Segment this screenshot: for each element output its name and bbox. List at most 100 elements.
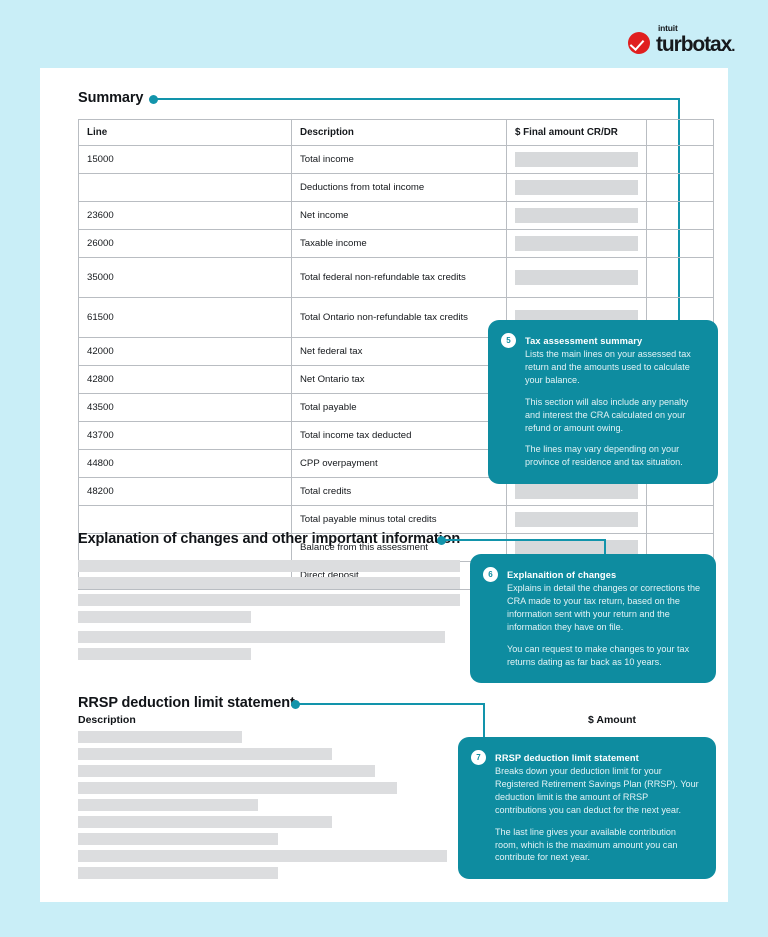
cell-line: 44800 (78, 449, 292, 478)
placeholder-bar (78, 833, 278, 845)
cell-description: Net federal tax (291, 337, 507, 366)
placeholder-bar (78, 560, 460, 572)
cell-amount (506, 257, 647, 298)
cell-description: Net income (291, 201, 507, 230)
cell-line: 35000 (78, 257, 292, 298)
cell-line: 43700 (78, 421, 292, 450)
placeholder-bar (78, 577, 460, 589)
column-header-line: Line (78, 119, 292, 146)
placeholder-bar (78, 850, 447, 862)
callout-paragraph: Breaks down your deduction limit for you… (495, 766, 699, 815)
cell-description: Total Ontario non-refundable tax credits (291, 297, 507, 338)
callout-body: Lists the main lines on your assessed ta… (525, 348, 703, 469)
placeholder-bar (78, 631, 445, 643)
table-row: 15000 Total income (78, 145, 714, 174)
amount-placeholder-bar (515, 208, 638, 223)
cell-description: Total federal non-refundable tax credits (291, 257, 507, 298)
cell-line (78, 505, 292, 534)
callout-body: Explains in detail the changes or correc… (507, 582, 701, 668)
placeholder-bar (78, 611, 251, 623)
placeholder-bar (78, 648, 251, 660)
cell-line: 15000 (78, 145, 292, 174)
cell-description: Net Ontario tax (291, 365, 507, 394)
checkmark-icon (628, 31, 650, 54)
explanation-connector-line-horizontal (445, 539, 606, 541)
cell-line: 61500 (78, 297, 292, 338)
table-row: Deductions from total income (78, 173, 714, 202)
placeholder-bar (78, 782, 397, 794)
turbotax-logo: intuit turbotax. (628, 23, 735, 56)
cell-description: Total payable minus total credits (291, 505, 507, 534)
logo-wordmark: intuit turbotax. (656, 23, 735, 56)
placeholder-bar (78, 748, 332, 760)
cell-extra (646, 229, 714, 258)
cell-description: Total income tax deducted (291, 421, 507, 450)
cell-line: 43500 (78, 393, 292, 422)
cell-description: Taxable income (291, 229, 507, 258)
table-row: 26000 Taxable income (78, 229, 714, 258)
callout-paragraph: Explains in detail the changes or correc… (507, 583, 701, 632)
cell-description: Total payable (291, 393, 507, 422)
callout-paragraph: This section will also include any penal… (525, 396, 689, 433)
cell-amount (506, 201, 647, 230)
cell-extra (646, 201, 714, 230)
callout-paragraph: You can request to make changes to your … (507, 643, 690, 667)
cell-description: Total credits (291, 477, 507, 506)
column-header-description: Description (291, 119, 507, 146)
table-row: 35000 Total federal non-refundable tax cr… (78, 257, 714, 298)
cell-line: 26000 (78, 229, 292, 258)
rrsp-column-label-amount: $ Amount (588, 714, 637, 726)
placeholder-bar (78, 731, 242, 743)
column-header-amount: $ Final amount CR/DR (506, 119, 647, 146)
callout-header: 6 Explanaition of changes (483, 567, 701, 582)
callout-body: Breaks down your deduction limit for you… (495, 765, 701, 864)
cell-amount (506, 229, 647, 258)
cell-line: 42000 (78, 337, 292, 366)
cell-line: 23600 (78, 201, 292, 230)
callout-rrsp-deduction-limit: 7 RRSP deduction limit statement Breaks … (458, 737, 716, 880)
placeholder-bar (78, 799, 258, 811)
amount-placeholder-bar (515, 152, 638, 167)
callout-header: 7 RRSP deduction limit statement (471, 750, 701, 765)
placeholder-bar (78, 765, 375, 777)
placeholder-bar (78, 867, 278, 879)
table-row: 23600 Net income (78, 201, 714, 230)
explanation-section-heading: Explanation of changes and other importa… (78, 531, 461, 547)
turbotax-wordmark: turbotax. (656, 32, 735, 56)
cell-amount (506, 145, 647, 174)
rrsp-connector-line-horizontal (299, 703, 485, 705)
cell-extra (646, 505, 714, 534)
amount-placeholder-bar (515, 484, 638, 499)
cell-line: 42800 (78, 365, 292, 394)
cell-extra (646, 145, 714, 174)
callout-header: 5 Tax assessment summary (501, 333, 703, 348)
placeholder-bar (78, 816, 332, 828)
rrsp-column-label-description: Description (78, 714, 136, 726)
rrsp-section-heading: RRSP deduction limit statement (78, 695, 295, 711)
cell-line (78, 173, 292, 202)
column-header-extra (646, 119, 714, 146)
cell-amount (506, 505, 647, 534)
amount-placeholder-bar (515, 270, 638, 285)
callout-paragraph: Lists the main lines on your assessed ta… (525, 349, 691, 385)
intuit-wordmark: intuit (658, 23, 678, 33)
callout-paragraph: The lines may vary depending on your pro… (525, 444, 683, 468)
cell-description: CPP overpayment (291, 449, 507, 478)
table-row: Total payable minus total credits (78, 505, 714, 534)
amount-placeholder-bar (515, 236, 638, 251)
callout-title: RRSP deduction limit statement (495, 752, 639, 763)
table-header-row: Line Description $ Final amount CR/DR (78, 119, 714, 146)
cell-extra (646, 173, 714, 202)
cell-description: Total income (291, 145, 507, 174)
cell-amount (506, 173, 647, 202)
callout-tax-assessment-summary: 5 Tax assessment summary Lists the main … (488, 320, 718, 485)
amount-placeholder-bar (515, 180, 638, 195)
amount-placeholder-bar (515, 540, 638, 555)
cell-description: Deductions from total income (291, 173, 507, 202)
callout-title: Tax assessment summary (525, 335, 643, 346)
summary-section-heading: Summary (78, 90, 144, 106)
callout-explanation-of-changes: 6 Explanaition of changes Explains in de… (470, 554, 716, 684)
summary-connector-line-horizontal (157, 98, 680, 100)
rrsp-connector-line-vertical (483, 703, 485, 740)
callout-title: Explanaition of changes (507, 569, 617, 580)
